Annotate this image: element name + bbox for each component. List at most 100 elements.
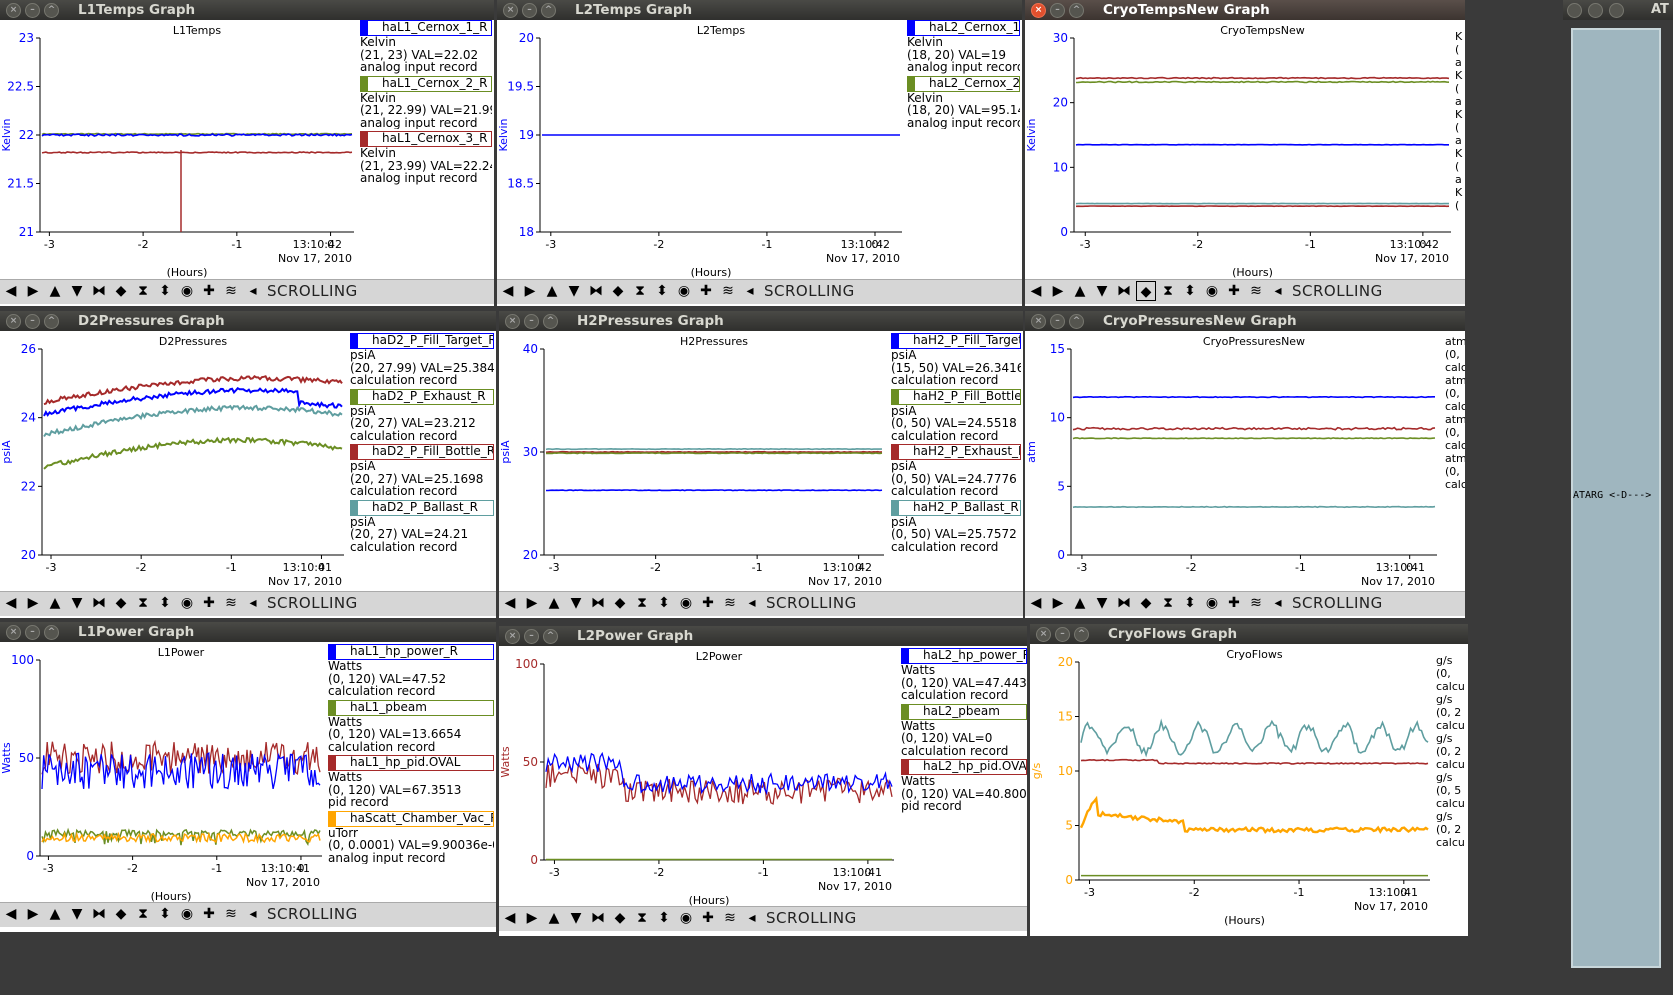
legend-tag[interactable]: haL1_Cernox_1_R	[360, 20, 492, 36]
close-icon[interactable]: ×	[1036, 627, 1051, 642]
legend-tag[interactable]: haD2_P_Exhaust_R	[350, 388, 494, 405]
mode-icon[interactable]: ◂	[742, 593, 762, 613]
mode-icon[interactable]: ◂	[1268, 593, 1288, 613]
zoom-y-out-icon[interactable]: ⬍	[654, 593, 674, 613]
scroll-left-icon[interactable]: ◀	[1, 593, 21, 613]
add-icon[interactable]: ✚	[1224, 281, 1244, 301]
scroll-right-icon[interactable]: ▶	[522, 908, 542, 928]
window-titlebar[interactable]: × – ^ CryoFlows Graph	[1030, 624, 1468, 644]
legend-tag[interactable]: haD2_P_Ballast_R	[350, 499, 494, 516]
minimize-icon[interactable]	[1588, 3, 1603, 18]
scroll-left-icon[interactable]: ◀	[1026, 593, 1046, 613]
scroll-up-icon[interactable]: ▲	[45, 593, 65, 613]
minimize-icon[interactable]: –	[1050, 3, 1065, 18]
legend-tag[interactable]: haL2_Cernox_2_R	[907, 75, 1020, 92]
maximize-icon[interactable]: ^	[543, 314, 558, 329]
minimize-icon[interactable]: –	[25, 3, 40, 18]
legend-tag[interactable]: haL1_Cernox_2_R	[360, 75, 492, 92]
scroll-right-icon[interactable]: ▶	[23, 593, 43, 613]
scroll-left-icon[interactable]: ◀	[1026, 281, 1046, 301]
window-titlebar[interactable]: × – ^ D2Pressures Graph	[0, 311, 496, 331]
zoom-x-in-icon[interactable]: ⧓	[1114, 281, 1134, 301]
minimize-icon[interactable]: –	[25, 314, 40, 329]
scroll-down-icon[interactable]: ▼	[566, 593, 586, 613]
maximize-icon[interactable]: ^	[541, 3, 556, 18]
autoscale-icon[interactable]: ≋	[718, 281, 738, 301]
scroll-down-icon[interactable]: ▼	[1092, 593, 1112, 613]
legend-tag[interactable]: haL2_hp_pid.OVAL	[901, 759, 1027, 775]
maximize-icon[interactable]: ^	[1069, 314, 1084, 329]
legend-tag[interactable]: haL2_Cernox_1_R	[907, 20, 1020, 36]
scroll-right-icon[interactable]: ▶	[520, 281, 540, 301]
scroll-left-icon[interactable]: ◀	[500, 908, 520, 928]
scroll-up-icon[interactable]: ▲	[1070, 593, 1090, 613]
maximize-icon[interactable]: ^	[1074, 627, 1089, 642]
window-titlebar[interactable]: × – ^ L1Power Graph	[0, 622, 496, 642]
zoom-y-out-icon[interactable]: ⬍	[155, 593, 175, 613]
zoom-x-out-icon[interactable]: ◆	[111, 593, 131, 613]
scroll-up-icon[interactable]: ▲	[542, 281, 562, 301]
scroll-up-icon[interactable]: ▲	[1070, 281, 1090, 301]
legend-tag[interactable]: haD2_P_Fill_Target_R	[350, 333, 494, 349]
minimize-icon[interactable]: –	[1050, 314, 1065, 329]
zoom-x-out-icon[interactable]: ◆	[610, 593, 630, 613]
autoscale-icon[interactable]: ≋	[720, 908, 740, 928]
legend-tag[interactable]: haH2_P_Ballast_R	[891, 499, 1021, 516]
close-icon[interactable]: ×	[503, 3, 518, 18]
legend-tag[interactable]: haL2_hp_power_R	[901, 648, 1027, 664]
zoom-x-in-icon[interactable]: ⧓	[89, 593, 109, 613]
legend-tag[interactable]: haH2_P_Fill_Target_R	[891, 333, 1021, 349]
zoom-y-in-icon[interactable]: ⧗	[1158, 281, 1178, 301]
scroll-up-icon[interactable]: ▲	[45, 281, 65, 301]
zoom-x-out-icon[interactable]: ◆	[1136, 281, 1156, 301]
zoom-y-out-icon[interactable]: ⬍	[155, 904, 175, 924]
close-icon[interactable]: ×	[6, 625, 21, 640]
zoom-y-in-icon[interactable]: ⧗	[133, 904, 153, 924]
window-titlebar[interactable]: × – ^ CryoPressuresNew Graph	[1025, 311, 1465, 331]
scroll-up-icon[interactable]: ▲	[544, 908, 564, 928]
minimize-icon[interactable]: –	[524, 314, 539, 329]
zoom-x-out-icon[interactable]: ◆	[610, 908, 630, 928]
zoom-y-in-icon[interactable]: ⧗	[630, 281, 650, 301]
zoom-x-out-icon[interactable]: ◆	[608, 281, 628, 301]
maximize-icon[interactable]: ^	[44, 625, 59, 640]
center-icon[interactable]: ◉	[177, 281, 197, 301]
scroll-right-icon[interactable]: ▶	[23, 904, 43, 924]
add-icon[interactable]: ✚	[696, 281, 716, 301]
legend-tag[interactable]: haL1_hp_pid.OVAL	[328, 755, 494, 771]
zoom-y-out-icon[interactable]: ⬍	[1180, 281, 1200, 301]
window-titlebar[interactable]: × – ^ CryoTempsNew Graph	[1025, 0, 1465, 20]
mode-icon[interactable]: ◂	[243, 593, 263, 613]
scroll-down-icon[interactable]: ▼	[67, 593, 87, 613]
mode-icon[interactable]: ◂	[1268, 281, 1288, 301]
mode-icon[interactable]: ◂	[243, 904, 263, 924]
zoom-y-out-icon[interactable]: ⬍	[652, 281, 672, 301]
legend-tag[interactable]: haL2_pbeam	[901, 703, 1027, 720]
scroll-down-icon[interactable]: ▼	[1092, 281, 1112, 301]
autoscale-icon[interactable]: ≋	[221, 904, 241, 924]
legend-tag[interactable]: haL1_pbeam	[328, 699, 494, 716]
center-icon[interactable]: ◉	[676, 908, 696, 928]
add-icon[interactable]: ✚	[199, 593, 219, 613]
scroll-left-icon[interactable]: ◀	[498, 281, 518, 301]
close-icon[interactable]: ×	[6, 3, 21, 18]
minimize-icon[interactable]: –	[25, 625, 40, 640]
scroll-right-icon[interactable]: ▶	[522, 593, 542, 613]
scroll-up-icon[interactable]: ▲	[544, 593, 564, 613]
close-icon[interactable]: ×	[1031, 3, 1046, 18]
zoom-x-in-icon[interactable]: ⧓	[588, 593, 608, 613]
maximize-icon[interactable]: ^	[1069, 3, 1084, 18]
window-titlebar[interactable]: × – ^ L1Temps Graph	[0, 0, 494, 20]
zoom-y-in-icon[interactable]: ⧗	[632, 908, 652, 928]
legend-tag[interactable]: haH2_P_Exhaust_R	[891, 444, 1021, 460]
mode-icon[interactable]: ◂	[740, 281, 760, 301]
legend-tag[interactable]: haL1_Cernox_3_R	[360, 131, 492, 147]
minimize-icon[interactable]: –	[522, 3, 537, 18]
zoom-x-out-icon[interactable]: ◆	[1136, 593, 1156, 613]
autoscale-icon[interactable]: ≋	[1246, 281, 1266, 301]
legend-tag[interactable]: haL1_hp_power_R	[328, 644, 494, 660]
scroll-right-icon[interactable]: ▶	[1048, 281, 1068, 301]
center-icon[interactable]: ◉	[676, 593, 696, 613]
close-icon[interactable]: ×	[505, 629, 520, 644]
center-icon[interactable]: ◉	[1202, 281, 1222, 301]
